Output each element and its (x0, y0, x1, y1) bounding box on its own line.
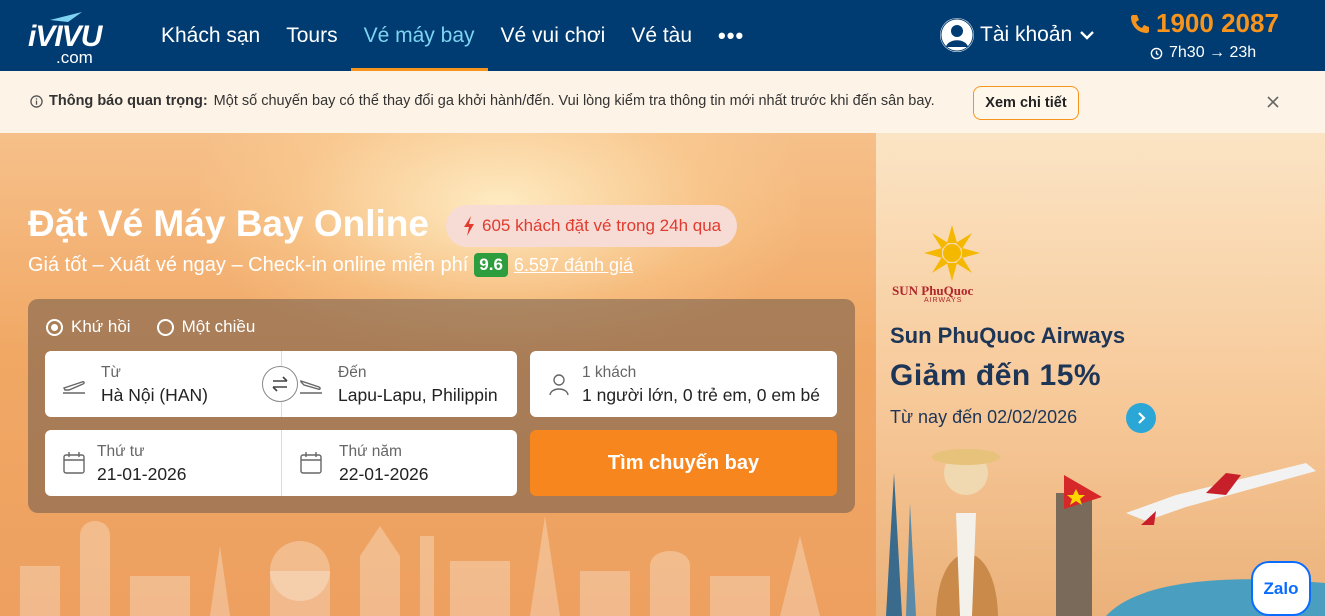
passenger-count: 1 khách (582, 364, 637, 381)
menu-item-tours[interactable]: Tours (273, 0, 350, 71)
menu-item-trains[interactable]: Vé tàu (618, 0, 705, 71)
menu-item-label: Vé máy bay (363, 23, 475, 47)
notice-message: Một số chuyến bay có thể thay đổi ga khở… (213, 93, 935, 109)
landing-icon (300, 380, 322, 394)
return-date: 22-01-2026 (339, 464, 429, 484)
chevron-right-icon (1138, 412, 1146, 424)
flight-search-form: Khứ hồi Một chiều Từ Hà Nội (HAN) Đến La… (28, 299, 855, 513)
notice-banner: Thông báo quan trọng: Một số chuyến bay … (0, 71, 1325, 133)
notice-text: Thông báo quan trọng: Một số chuyến bay … (30, 93, 935, 109)
to-field[interactable]: Đến Lapu-Lapu, Philippin (281, 351, 517, 417)
from-value: Hà Nội (HAN) (101, 385, 208, 405)
lightning-icon (464, 216, 474, 236)
radio-round-trip[interactable]: Khứ hồi (46, 317, 131, 337)
more-menu-button[interactable]: ••• (705, 0, 757, 71)
route-fields: Từ Hà Nội (HAN) Đến Lapu-Lapu, Philippin (45, 351, 517, 417)
subtitle-text: Giá tốt – Xuất vé ngay – Check-in online… (28, 253, 469, 276)
passenger-field[interactable]: 1 khách 1 người lớn, 0 trẻ em, 0 em bé (530, 351, 837, 417)
promo-banner[interactable]: SUN PhuQuoc AIRWAYS Sun PhuQuoc Airways … (876, 133, 1325, 616)
depart-date: 21-01-2026 (97, 464, 187, 484)
menu-item-flights[interactable]: Vé máy bay (350, 0, 488, 71)
account-menu[interactable]: Tài khoản (940, 18, 1096, 52)
return-weekday: Thứ năm (339, 443, 402, 460)
menu-item-label: Vé vui chơi (500, 23, 606, 47)
date-fields: Thứ tư 21-01-2026 Thứ năm 22-01-2026 (45, 430, 517, 496)
promo-airline-name: Sun PhuQuoc Airways (890, 323, 1126, 348)
to-value: Lapu-Lapu, Philippin (338, 385, 498, 405)
search-flights-button[interactable]: Tìm chuyến bay (530, 430, 837, 496)
menu-item-label: Tours (286, 23, 338, 47)
notice-title: Thông báo quan trọng: (49, 93, 208, 109)
menu-item-tickets[interactable]: Vé vui chơi (488, 0, 619, 71)
trip-type-group: Khứ hồi Một chiều (46, 317, 255, 337)
takeoff-icon (63, 381, 85, 394)
depart-weekday: Thứ tư (97, 443, 145, 460)
swap-icon (272, 376, 288, 392)
notice-details-button[interactable]: Xem chi tiết (973, 86, 1079, 120)
menu-item-hotels[interactable]: Khách sạn (148, 0, 273, 71)
radio-label: Một chiều (181, 317, 256, 336)
main-menu: Khách sạn Tours Vé máy bay Vé vui chơi V… (148, 0, 757, 71)
promo-next-button[interactable] (1126, 403, 1156, 433)
user-avatar-icon (940, 18, 974, 52)
promo-validity: Từ nay đến 02/02/2026 (890, 407, 1078, 427)
calendar-icon (63, 452, 85, 474)
phone-icon (1131, 14, 1149, 33)
clock-icon (1150, 47, 1163, 59)
close-icon[interactable] (1264, 93, 1282, 111)
reviews-link[interactable]: 6.597 đánh giá (514, 255, 633, 276)
to-label: Đến (338, 364, 367, 381)
chevron-down-icon (1080, 31, 1095, 40)
swap-route-button[interactable] (262, 366, 298, 402)
calendar-icon (300, 452, 322, 474)
page-title: Đặt Vé Máy Bay Online (28, 203, 429, 244)
from-label: Từ (101, 364, 121, 381)
more-icon: ••• (718, 22, 745, 48)
booking-count-text: 605 khách đặt vé trong 24h qua (482, 216, 722, 235)
promo-discount: Giảm đến 15% (890, 359, 1102, 392)
radio-one-way[interactable]: Một chiều (156, 317, 256, 337)
radio-label: Khứ hồi (71, 317, 131, 336)
radio-checked-icon (46, 318, 63, 336)
menu-item-label: Khách sạn (161, 23, 261, 47)
ivivu-logo[interactable]: iVIVU .com (28, 10, 108, 67)
rating-score: 9.6 (474, 253, 508, 277)
return-date-field[interactable]: Thứ năm 22-01-2026 (281, 430, 517, 496)
person-icon (549, 374, 569, 396)
hero-subtitle: Giá tốt – Xuất vé ngay – Check-in online… (28, 253, 633, 277)
hotline-number: 1900 2087 (1156, 8, 1279, 38)
zalo-chat-button[interactable]: Zalo (1251, 561, 1311, 616)
hours-text: 7h30 → 23h (1169, 44, 1257, 61)
radio-unchecked-icon (156, 318, 174, 336)
menu-item-label: Vé tàu (631, 23, 693, 47)
top-navbar: iVIVU .com Khách sạn Tours Vé máy bay Vé… (0, 0, 1325, 71)
hero-section: Đặt Vé Máy Bay Online 605 khách đặt vé t… (0, 133, 1325, 616)
logo-sub-text: .com (56, 48, 93, 67)
account-label: Tài khoản (980, 23, 1073, 46)
hotline[interactable]: 1900 2087 (1128, 8, 1279, 39)
info-icon (30, 94, 43, 108)
sun-logo-sub: AIRWAYS (924, 297, 963, 304)
booking-count-badge: 605 khách đặt vé trong 24h qua (446, 205, 738, 247)
from-field[interactable]: Từ Hà Nội (HAN) (45, 351, 281, 417)
passenger-breakdown: 1 người lớn, 0 trẻ em, 0 em bé (582, 385, 820, 405)
working-hours: 7h30 → 23h (1150, 44, 1256, 62)
depart-date-field[interactable]: Thứ tư 21-01-2026 (45, 430, 281, 496)
